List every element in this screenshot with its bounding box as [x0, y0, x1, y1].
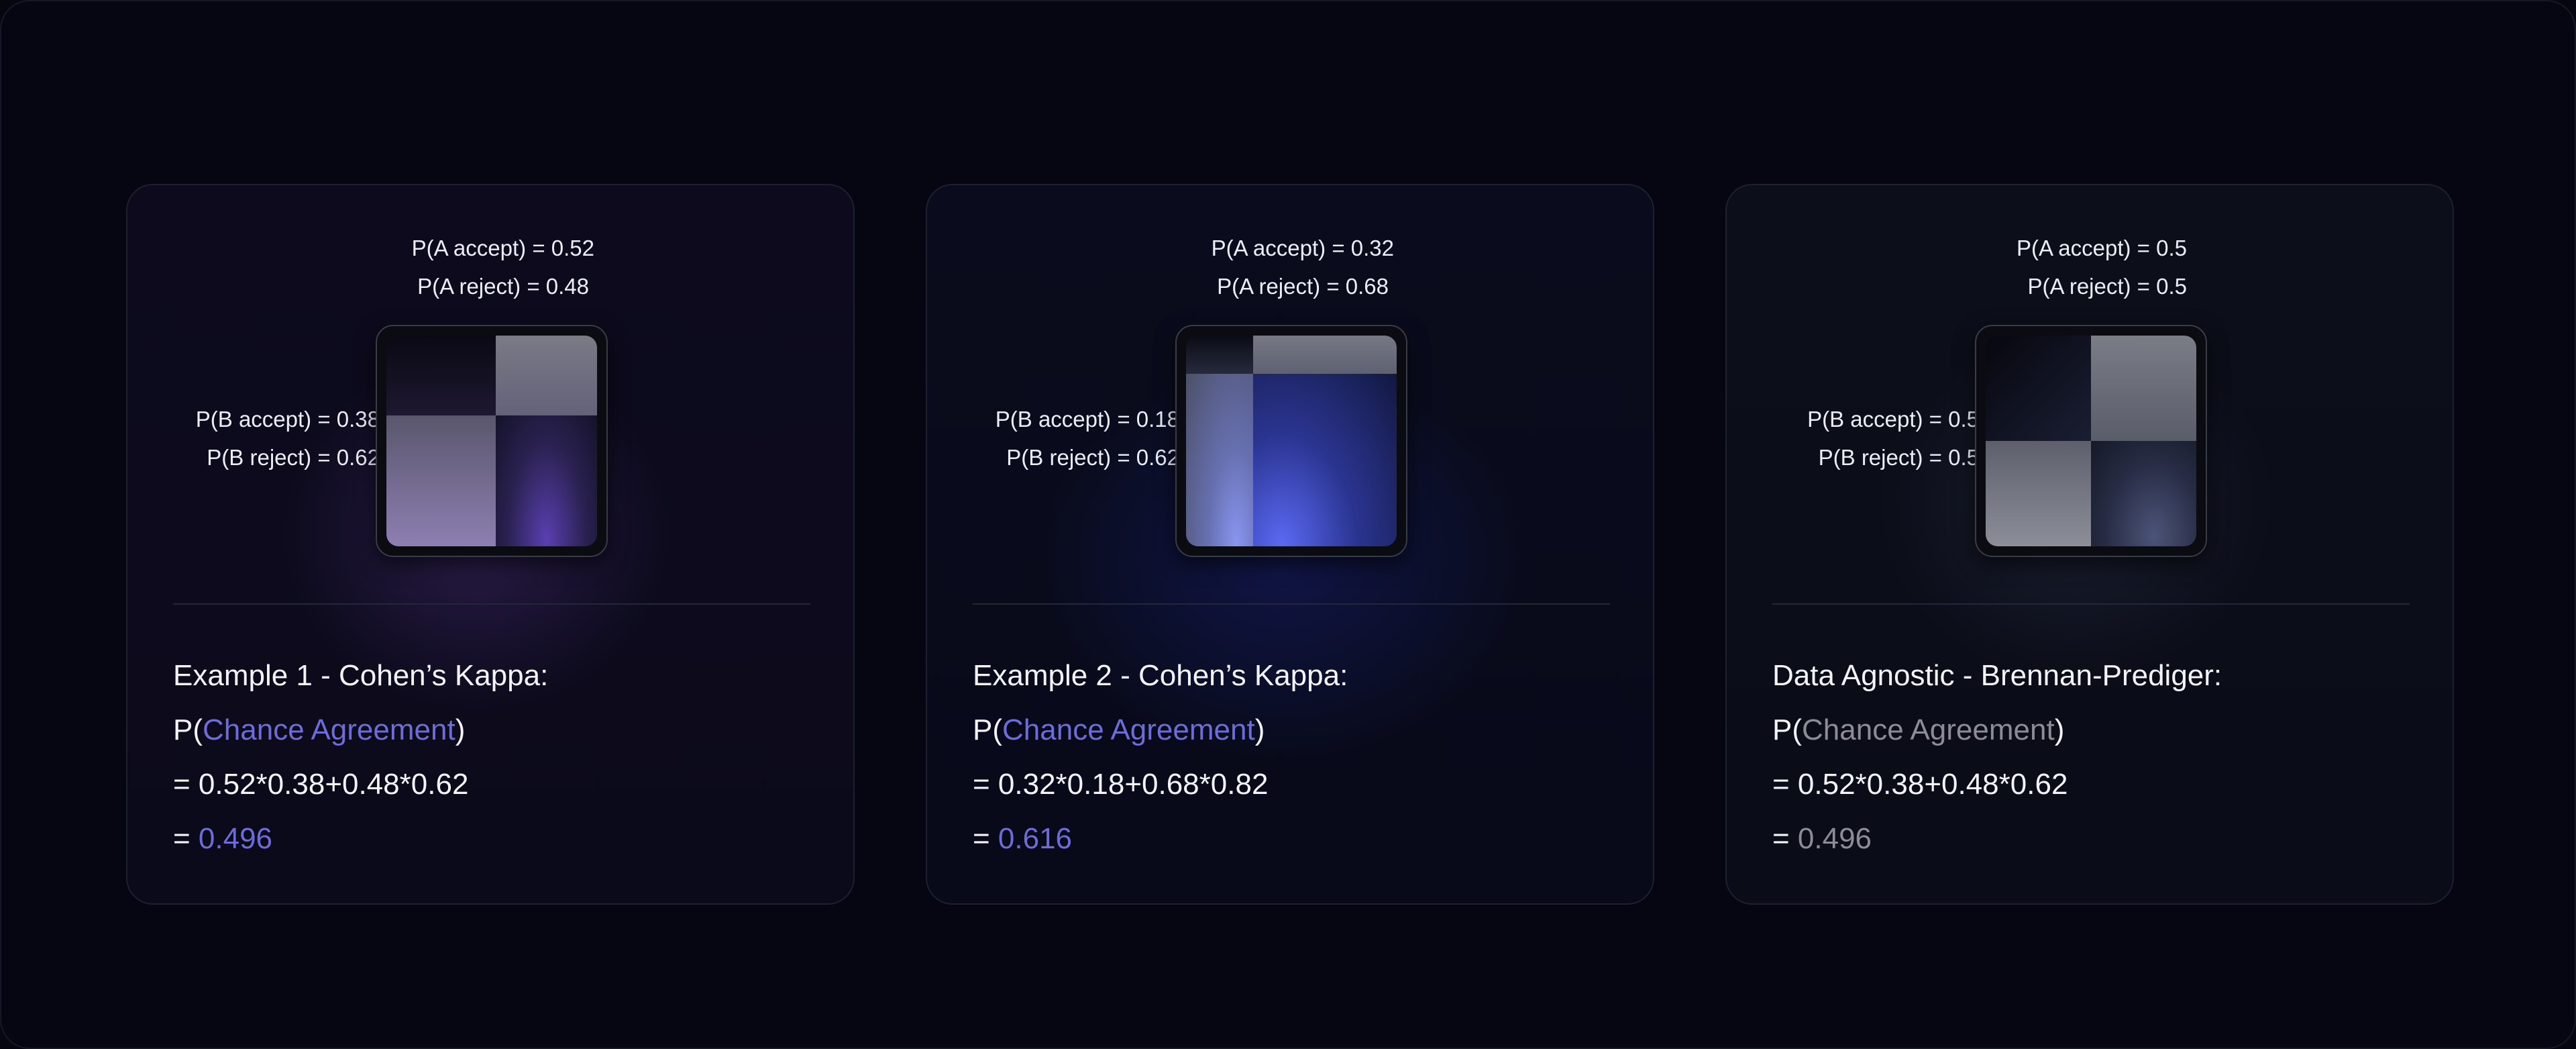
cell-reject-reject [2091, 441, 2196, 546]
agreement-matrix [376, 325, 608, 557]
p-close: ) [1254, 713, 1265, 746]
p-open: P( [173, 713, 203, 746]
formula: Data Agnostic - Brennan-Prediger: P(Chan… [1772, 648, 2222, 866]
divider [973, 603, 1610, 605]
result-value: 0.616 [998, 822, 1073, 855]
a-reject-label: P(A reject) = 0.5 [2027, 274, 2187, 299]
formula-result: = 0.496 [1772, 811, 2222, 866]
cell-accept-reject [386, 415, 496, 546]
p-open: P( [973, 713, 1002, 746]
b-accept-label: P(B accept) = 0.5 [1807, 407, 1979, 432]
result-prefix: = [1772, 822, 1798, 855]
formula-equation: = 0.32*0.18+0.68*0.82 [973, 768, 1269, 801]
cell-accept-accept [1186, 336, 1253, 374]
cell-accept-accept [1986, 336, 2091, 441]
divider [173, 603, 810, 605]
p-open: P( [1772, 713, 1802, 746]
cell-reject-reject [496, 415, 597, 546]
formula-result: = 0.616 [973, 811, 1348, 866]
agreement-matrix-grid [386, 336, 597, 546]
cell-accept-accept [386, 336, 496, 415]
formula-title: Example 2 - Cohen’s Kappa: [973, 659, 1348, 692]
cell-reject-accept [1253, 336, 1397, 374]
agreement-matrix-grid [1986, 336, 2196, 546]
formula-equation: = 0.52*0.38+0.48*0.62 [1772, 768, 2068, 801]
example-2-card: P(A accept) = 0.32 P(A reject) = 0.68 P(… [926, 184, 1654, 905]
a-accept-label: P(A accept) = 0.5 [2016, 236, 2187, 260]
b-reject-label: P(B reject) = 0.62 [207, 445, 380, 470]
formula-title: Example 1 - Cohen’s Kappa: [173, 659, 549, 692]
agreement-matrix [1175, 325, 1407, 557]
b-reject-label: P(B reject) = 0.5 [1818, 445, 1979, 470]
cell-accept-reject [1986, 441, 2091, 546]
data-agnostic-card: P(A accept) = 0.5 P(A reject) = 0.5 P(B … [1725, 184, 2454, 905]
cell-reject-accept [2091, 336, 2196, 441]
formula: Example 2 - Cohen’s Kappa: P(Chance Agre… [973, 648, 1348, 866]
a-reject-label: P(A reject) = 0.68 [1217, 274, 1389, 299]
chance-agreement-text: Chance Agreement [1802, 713, 2055, 746]
a-accept-label: P(A accept) = 0.32 [1211, 236, 1394, 260]
agreement-matrix-grid [1186, 336, 1397, 546]
agreement-matrix [1975, 325, 2207, 557]
formula-title: Data Agnostic - Brennan-Prediger: [1772, 659, 2222, 692]
p-close: ) [455, 713, 466, 746]
formula-probability: P(Chance Agreement) [973, 703, 1348, 757]
cell-reject-reject [1253, 374, 1397, 546]
formula-equation: = 0.52*0.38+0.48*0.62 [173, 768, 469, 801]
cell-reject-accept [496, 336, 597, 415]
chance-agreement-text: Chance Agreement [203, 713, 455, 746]
cell-accept-reject [1186, 374, 1253, 546]
formula-probability: P(Chance Agreement) [173, 703, 548, 757]
p-close: ) [2054, 713, 2065, 746]
b-accept-label: P(B accept) = 0.18 [995, 407, 1179, 432]
chance-agreement-text: Chance Agreement [1002, 713, 1255, 746]
formula: Example 1 - Cohen’s Kappa: P(Chance Agre… [173, 648, 548, 866]
result-value: 0.496 [1797, 822, 1872, 855]
a-accept-label: P(A accept) = 0.52 [411, 236, 594, 260]
divider [1772, 603, 2410, 605]
diagram-canvas: P(A accept) = 0.52 P(A reject) = 0.48 P(… [0, 0, 2576, 1049]
result-value: 0.496 [198, 822, 273, 855]
formula-result: = 0.496 [173, 811, 548, 866]
result-prefix: = [173, 822, 199, 855]
b-reject-label: P(B reject) = 0.62 [1006, 445, 1179, 470]
formula-probability: P(Chance Agreement) [1772, 703, 2222, 757]
result-prefix: = [973, 822, 998, 855]
a-reject-label: P(A reject) = 0.48 [417, 274, 589, 299]
b-accept-label: P(B accept) = 0.38 [195, 407, 380, 432]
example-1-card: P(A accept) = 0.52 P(A reject) = 0.48 P(… [126, 184, 855, 905]
